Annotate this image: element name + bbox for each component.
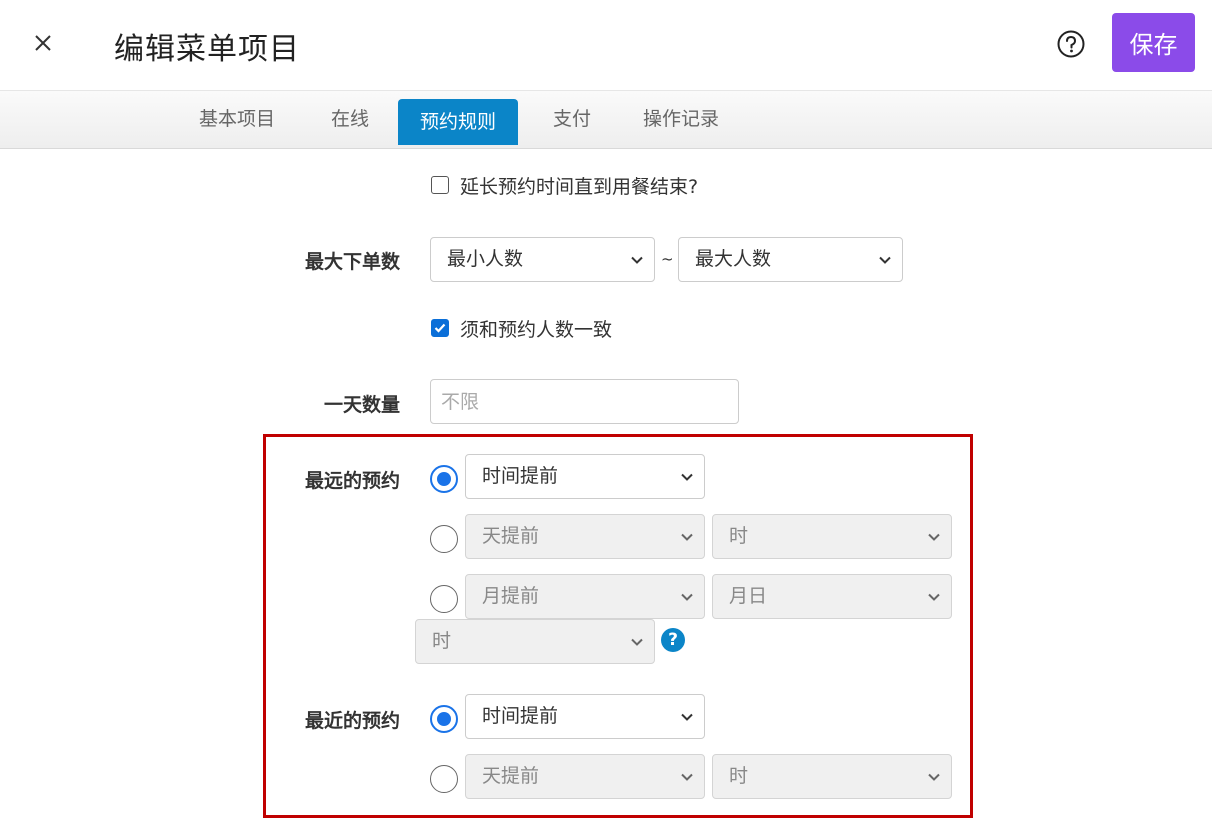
tab-payment[interactable]: 支付 [539,98,605,144]
chevron-down-icon [681,593,693,601]
farthest-time-ahead-value: 时间提前 [482,465,559,487]
chevron-down-icon [681,773,693,781]
extend-booking-checkbox[interactable] [431,176,449,194]
chevron-down-icon [928,773,940,781]
tab-basic[interactable]: 基本项目 [185,98,289,144]
chevron-down-icon [681,533,693,541]
save-button[interactable]: 保存 [1112,13,1195,72]
nearest-radio-days-ahead[interactable] [430,765,458,793]
nearest-days-hour-value: 时 [729,765,749,787]
max-orders-label: 最大下单数 [304,251,400,273]
max-people-select[interactable]: 最大人数 [678,237,903,282]
farthest-radio-months-ahead[interactable] [430,585,458,613]
nearest-booking-label: 最近的预约 [304,710,400,732]
nearest-time-ahead-select[interactable]: 时间提前 [465,694,705,739]
farthest-month-day-value: 月日 [729,585,768,607]
help-button[interactable] [1056,29,1086,59]
tab-bar: 基本项目 在线 预约规则 支付 操作记录 [0,91,1212,149]
extend-booking-label: 延长预约时间直到用餐结束? [460,176,699,198]
farthest-month-day-select[interactable]: 月日 [712,574,952,619]
farthest-radio-days-ahead[interactable] [430,525,458,553]
chevron-down-icon [631,256,643,264]
close-button[interactable] [29,28,57,58]
check-icon [434,323,446,333]
nearest-time-ahead-value: 时间提前 [482,705,559,727]
nearest-days-ahead-value: 天提前 [482,765,540,787]
chevron-down-icon [928,533,940,541]
min-people-select[interactable]: 最小人数 [430,237,655,282]
tab-booking-rules[interactable]: 预约规则 [398,99,519,145]
farthest-time-ahead-select[interactable]: 时间提前 [465,454,705,499]
header-bar: 编辑菜单项目 保存 [0,0,1212,91]
farthest-months-hour-value: 时 [432,630,452,652]
help-circle-icon [1057,30,1085,58]
chevron-down-icon [681,473,693,481]
page-title: 编辑菜单项目 [114,32,300,67]
daily-quantity-input[interactable] [430,379,739,424]
chevron-down-icon [879,256,891,264]
chevron-down-icon [631,638,643,646]
farthest-radio-time-ahead[interactable] [430,465,458,493]
farthest-months-ahead-value: 月提前 [482,585,540,607]
farthest-days-ahead-select[interactable]: 天提前 [465,514,705,559]
chevron-down-icon [928,593,940,601]
max-people-value: 最大人数 [695,248,772,270]
daily-quantity-label: 一天数量 [323,394,400,416]
farthest-months-ahead-select[interactable]: 月提前 [465,574,705,619]
farthest-days-hour-select[interactable]: 时 [712,514,952,559]
question-icon[interactable]: ? [661,628,685,652]
nearest-days-ahead-select[interactable]: 天提前 [465,754,705,799]
farthest-months-hour-select[interactable]: 时 [415,619,655,664]
farthest-days-ahead-value: 天提前 [482,525,540,547]
tab-activity-log[interactable]: 操作记录 [629,98,733,144]
min-people-value: 最小人数 [447,248,524,270]
range-separator: ~ [661,250,674,268]
farthest-days-hour-value: 时 [729,525,749,547]
match-people-checkbox[interactable] [431,319,449,337]
close-icon [35,35,51,51]
nearest-radio-time-ahead[interactable] [430,705,458,733]
chevron-down-icon [681,713,693,721]
nearest-days-hour-select[interactable]: 时 [712,754,952,799]
farthest-booking-label: 最远的预约 [304,470,400,492]
match-people-label: 须和预约人数一致 [460,319,613,341]
tab-online[interactable]: 在线 [317,98,383,144]
